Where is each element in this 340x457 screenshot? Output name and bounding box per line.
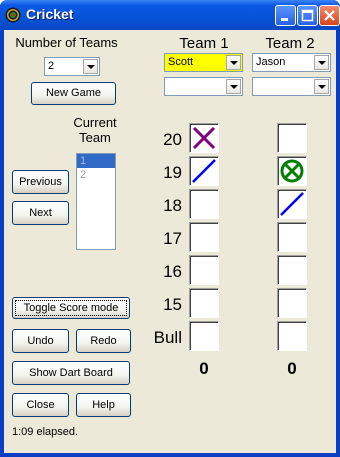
team-1-score: 0 [199, 359, 209, 378]
team-2-cell-18[interactable] [277, 189, 307, 219]
team-1-cell-18[interactable] [189, 189, 219, 219]
number-of-teams-value: 2 [48, 60, 55, 72]
dartboard-icon [5, 7, 21, 23]
team-1-player-2-select[interactable] [164, 77, 243, 96]
undo-button[interactable]: Undo [12, 329, 69, 353]
number-label-18: 18 [163, 196, 182, 215]
client-area: Number of Teams 2 New Game Current Team … [4, 30, 336, 453]
maximize-icon [301, 9, 314, 22]
help-button[interactable]: Help [76, 393, 131, 417]
list-item[interactable]: 1 [77, 154, 115, 168]
previous-button[interactable]: Previous [12, 170, 69, 194]
close-icon [324, 10, 335, 21]
number-of-teams-label: Number of Teams [15, 35, 118, 50]
team-1-player-1-value: Scott [168, 56, 194, 68]
team-2-cell-19[interactable] [277, 156, 307, 186]
team-2-header: Team 2 [265, 35, 315, 52]
window-title: Cricket [26, 6, 74, 22]
team-1-cell-bull[interactable] [189, 321, 219, 351]
team-2-cell-15[interactable] [277, 288, 307, 318]
toggle-score-mode-button[interactable]: Toggle Score mode [12, 297, 130, 319]
minimize-button[interactable] [275, 5, 296, 26]
team-2-cell-20[interactable] [277, 123, 307, 153]
close-window-button[interactable] [319, 5, 340, 26]
title-bar[interactable]: Cricket [0, 0, 340, 30]
current-team-label: Current [73, 115, 117, 130]
app-window: Cricket Number of Teams 2 New Game Curre… [0, 0, 340, 457]
show-dart-board-button[interactable]: Show Dart Board [12, 361, 130, 385]
maximize-button[interactable] [297, 5, 318, 26]
current-team-label-2: Team [79, 130, 111, 145]
number-label-19: 19 [163, 163, 182, 182]
team-2-score: 0 [287, 359, 297, 378]
team-2-player-2-select[interactable] [252, 77, 331, 96]
number-label-bull: Bull [153, 328, 182, 347]
number-label-20: 20 [163, 130, 182, 149]
team-1-cell-16[interactable] [189, 255, 219, 285]
chevron-down-icon[interactable] [226, 79, 241, 94]
team-1-player-1-select[interactable]: Scott [164, 53, 243, 72]
team-1-cell-19[interactable] [189, 156, 219, 186]
minimize-icon [281, 18, 288, 21]
number-label-15: 15 [163, 295, 182, 314]
team-1-header: Team 1 [179, 35, 229, 52]
chevron-down-icon[interactable] [226, 55, 241, 70]
number-of-teams-select[interactable]: 2 [44, 57, 100, 76]
team-2-player-1-value: Jason [256, 56, 286, 68]
number-label-16: 16 [163, 262, 182, 281]
close-button[interactable]: Close [12, 393, 69, 417]
team-2-cell-16[interactable] [277, 255, 307, 285]
team-2-cell-17[interactable] [277, 222, 307, 252]
redo-button[interactable]: Redo [76, 329, 131, 353]
elapsed-status: 1:09 elapsed. [12, 426, 79, 438]
team-1-cell-15[interactable] [189, 288, 219, 318]
chevron-down-icon[interactable] [314, 79, 329, 94]
team-1-cell-20[interactable] [189, 123, 219, 153]
new-game-button[interactable]: New Game [31, 82, 116, 105]
number-label-17: 17 [163, 229, 182, 248]
current-team-list[interactable]: 1 2 [76, 153, 116, 250]
team-1-cell-17[interactable] [189, 222, 219, 252]
team-2-player-1-select[interactable]: Jason [252, 53, 331, 72]
next-button[interactable]: Next [12, 201, 69, 225]
list-item[interactable]: 2 [77, 168, 115, 182]
chevron-down-icon[interactable] [314, 55, 329, 70]
chevron-down-icon[interactable] [83, 59, 98, 74]
team-2-cell-bull[interactable] [277, 321, 307, 351]
